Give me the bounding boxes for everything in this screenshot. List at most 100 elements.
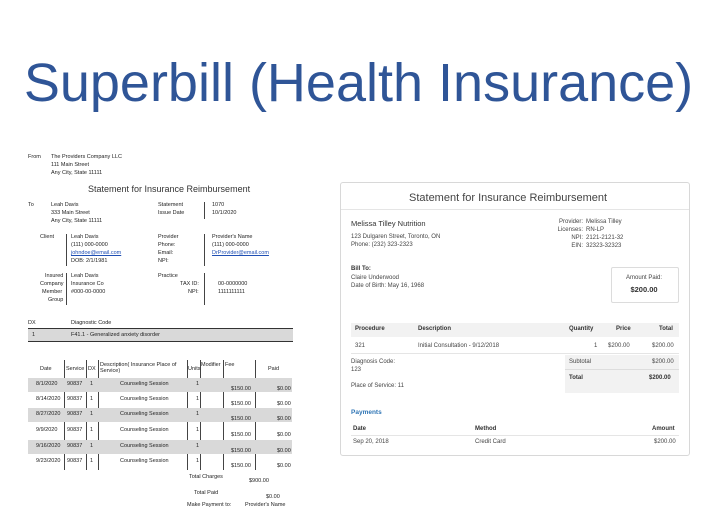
client-line: DOB: 2/1/1981 <box>71 258 108 264</box>
row-quantity: 1 <box>594 343 598 349</box>
subtotal-value: $200.00 <box>652 359 674 365</box>
row-fee: $150.00 <box>231 463 251 469</box>
row-description: Counseling Session <box>120 381 169 387</box>
pay-col-date: Date <box>353 426 367 432</box>
row-service: 90837 <box>67 411 83 417</box>
dx-row-code: F41.1 - Generalized anxiety disorder <box>71 332 160 338</box>
total-paid-label: Total Paid <box>194 490 219 496</box>
row-date: 9/23/2020 <box>36 458 61 464</box>
row-description: Counseling Session <box>120 411 169 417</box>
col-total: Total <box>659 326 673 332</box>
provider-field-label: Email: <box>158 250 174 256</box>
row-fee: $150.00 <box>231 386 251 392</box>
col-date: Date <box>40 366 52 372</box>
insured-label: Insured <box>45 273 64 279</box>
provider-label: Provider <box>158 234 179 240</box>
diagnosis-value: 123 <box>351 367 362 373</box>
from-line: 111 Main Street <box>51 162 90 168</box>
row-total: $200.00 <box>652 343 674 349</box>
col-description: Description( Insurance Place of Service) <box>100 362 177 374</box>
dx-code-header: Diagnostic Code <box>71 320 112 326</box>
insured-label: Member <box>42 289 63 295</box>
row-fee: $150.00 <box>231 401 251 407</box>
col-description: Description <box>418 326 452 332</box>
licenses-label: Licenses: <box>557 227 583 233</box>
provider-field-label: NPI: <box>158 258 169 264</box>
pay-row-amount: $200.00 <box>654 439 676 445</box>
insured-label: Group <box>48 297 64 303</box>
ein-label: EIN: <box>571 243 583 249</box>
provider-email-link[interactable]: DrProvider@email.com <box>212 250 269 257</box>
issue-date-value: 10/1/2020 <box>212 210 237 216</box>
col-price: Price <box>616 326 631 332</box>
row-date: 8/27/2020 <box>36 411 61 417</box>
provider-label: Provider: <box>558 219 583 225</box>
to-line: 333 Main Street <box>51 210 90 216</box>
statement-label: Statement <box>158 202 184 208</box>
total-charges-label: Total Charges <box>189 474 223 480</box>
col-fee: Fee <box>225 362 235 368</box>
row-service: 90837 <box>67 381 83 387</box>
row-units: 1 <box>196 427 200 433</box>
amount-paid-label: Amount Paid: <box>625 275 663 281</box>
row-units: 1 <box>196 458 200 464</box>
pay-row-date: Sep 20, 2018 <box>353 439 389 445</box>
row-units: 1 <box>196 411 200 417</box>
make-payment-value: Provider's Name <box>245 502 286 508</box>
row-description: Counseling Session <box>120 427 169 433</box>
row-dx: 1 <box>90 427 94 433</box>
npi-label: NPI: <box>571 235 583 241</box>
row-units: 1 <box>196 381 200 387</box>
insured-label: Company <box>40 281 64 287</box>
place-of-service: Place of Service: 11 <box>351 383 404 389</box>
provider-value: Provider's Name <box>212 234 253 240</box>
row-fee: $150.00 <box>231 432 251 438</box>
tax-id-label: TAX ID: <box>180 281 199 287</box>
insured-value: Insurance Co <box>71 281 104 287</box>
row-fee: $150.00 <box>231 448 251 454</box>
col-quantity: Quantity <box>569 326 594 332</box>
total-value: $200.00 <box>649 375 671 381</box>
row-description: Initial Consultation - 9/12/2018 <box>418 343 500 349</box>
insured-value: #000-00-0000 <box>71 289 106 295</box>
row-date: 9/9/2020 <box>36 427 58 433</box>
col-dx: DX <box>88 366 96 372</box>
org-phone: Phone: (232) 323-2323 <box>351 242 413 248</box>
issue-date-label: Issue Date <box>158 210 185 216</box>
dx-header: DX <box>28 320 36 326</box>
from-line: Any City, State 11111 <box>51 170 103 176</box>
page-title: Superbill (Health Insurance) <box>23 53 694 113</box>
tax-id-value: 00-0000000 <box>218 281 248 287</box>
row-paid: $0.00 <box>277 463 291 469</box>
client-line: (111) 000-0000 <box>71 242 108 248</box>
make-payment-label: Make Payment to: <box>187 502 232 508</box>
row-service: 90837 <box>67 443 83 449</box>
provider-field-label: Phone: <box>158 242 176 248</box>
statement-heading: Statement for Insurance Reimbursement <box>88 184 251 194</box>
provider-value: Melissa Tilley <box>586 219 622 225</box>
row-units: 1 <box>196 443 200 449</box>
ein-value: 32323-32323 <box>586 243 622 249</box>
pay-row-method: Credit Card <box>475 439 506 445</box>
row-dx: 1 <box>90 443 94 449</box>
diagnosis-label: Diagnosis Code: <box>351 359 396 365</box>
row-service: 90837 <box>67 396 83 402</box>
total-charges-value: $900.00 <box>249 478 269 484</box>
col-paid: Paid <box>268 366 280 372</box>
amount-paid-value: $200.00 <box>630 285 658 294</box>
row-description: Counseling Session <box>120 396 169 402</box>
bill-to-dob: Date of Birth: May 16, 1968 <box>351 283 425 289</box>
row-units: 1 <box>196 396 200 402</box>
row-date: 8/14/2020 <box>36 396 61 402</box>
row-dx: 1 <box>90 458 94 464</box>
col-service: Service <box>66 366 85 372</box>
dx-row-number: 1 <box>32 332 36 338</box>
from-label: From <box>28 154 41 160</box>
row-service: 90837 <box>67 427 83 433</box>
from-line: The Providers Company LLC <box>51 154 122 160</box>
row-dx: 1 <box>90 411 94 417</box>
row-procedure: 321 <box>355 343 366 349</box>
client-email-link[interactable]: johndoe@email.com <box>71 250 121 257</box>
npi-value: 1111111111 <box>218 289 245 295</box>
org-name: Melissa Tilley Nutrition <box>351 219 426 228</box>
